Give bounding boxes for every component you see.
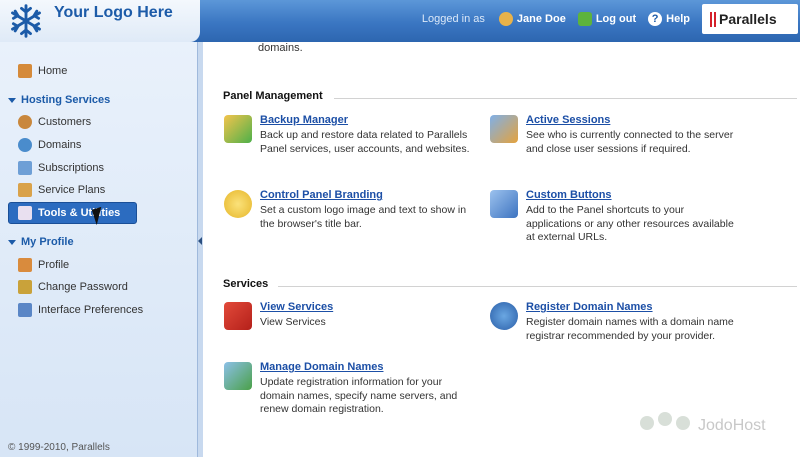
- collapse-sidebar-arrow-icon[interactable]: [198, 237, 202, 245]
- tool-link[interactable]: Register Domain Names: [526, 301, 653, 313]
- tool-link[interactable]: Control Panel Branding: [260, 189, 383, 201]
- sidebar: Home Hosting Services Customers Domains …: [0, 42, 200, 457]
- main-content: domains. Panel Management Backup Manager…: [204, 42, 800, 457]
- tool-link[interactable]: Backup Manager: [260, 114, 348, 126]
- gift-box-icon: [224, 302, 252, 330]
- sidebar-item-customers[interactable]: Customers: [18, 113, 91, 131]
- sidebar-item-subscriptions[interactable]: Subscriptions: [18, 159, 104, 177]
- section-hosting-services[interactable]: Hosting Services: [8, 94, 110, 106]
- section-title-services: Services: [223, 278, 269, 290]
- tool-link[interactable]: Active Sessions: [526, 114, 610, 126]
- sidebar-item-label: Service Plans: [38, 184, 106, 196]
- subscriptions-icon: [18, 161, 32, 175]
- domains-icon: [18, 138, 32, 152]
- sidebar-item-home[interactable]: Home: [18, 62, 67, 80]
- previous-text-fragment: domains.: [258, 42, 303, 54]
- sidebar-item-interface-preferences[interactable]: Interface Preferences: [18, 301, 143, 319]
- logout-label: Log out: [595, 13, 637, 25]
- logo-text: Your Logo Here: [54, 4, 173, 21]
- sidebar-item-label: Customers: [38, 116, 92, 128]
- tool-description: See who is currently connected to the se…: [526, 129, 734, 155]
- snowflake-logo-icon: [11, 4, 41, 38]
- collapse-arrow-icon: [8, 97, 16, 103]
- top-header: Your Logo Here Logged in as Jane Doe Log…: [0, 0, 800, 42]
- sidebar-item-label: Interface Preferences: [38, 304, 144, 316]
- manage-domains-icon: [224, 362, 252, 390]
- sidebar-item-label: Profile: [38, 259, 70, 271]
- logged-in-label: Logged in as: [421, 13, 485, 25]
- backup-manager-icon: [224, 115, 252, 143]
- tool-description: Add to the Panel shortcuts to your appli…: [526, 204, 734, 243]
- section-label: Hosting Services: [21, 94, 111, 106]
- star-icon: [224, 190, 252, 218]
- tools-icon: [18, 206, 32, 220]
- sidebar-item-change-password[interactable]: Change Password: [18, 278, 128, 296]
- logout-icon: [577, 12, 592, 26]
- help-label: Help: [666, 13, 690, 25]
- home-icon: [18, 64, 32, 78]
- section-divider: [334, 98, 797, 99]
- brand-name: Parallels: [719, 11, 777, 27]
- user-icon: [498, 12, 513, 26]
- tool-link[interactable]: Custom Buttons: [526, 189, 612, 201]
- tool-description: View Services: [260, 316, 326, 328]
- sidebar-item-domains[interactable]: Domains: [18, 136, 81, 154]
- logout-link[interactable]: Log out: [577, 12, 637, 26]
- sidebar-item-label: Change Password: [38, 281, 128, 293]
- section-label: My Profile: [21, 236, 74, 248]
- collapse-arrow-icon: [8, 239, 16, 245]
- profile-icon: [18, 258, 32, 272]
- tool-link[interactable]: Manage Domain Names: [260, 361, 383, 373]
- help-icon: ?: [648, 12, 663, 26]
- section-title-panel-management: Panel Management: [223, 90, 323, 102]
- user-name-label: Jane Doe: [516, 13, 566, 25]
- tool-description: Register domain names with a domain name…: [526, 316, 734, 342]
- watermark-text: JodoHost: [698, 417, 766, 434]
- register-domain-icon: [490, 302, 518, 330]
- sidebar-splitter[interactable]: [197, 42, 203, 457]
- custom-buttons-icon: [490, 190, 518, 218]
- service-plans-icon: [18, 183, 32, 197]
- help-link[interactable]: ? Help: [648, 12, 690, 26]
- sidebar-item-label: Home: [38, 65, 68, 77]
- customers-icon: [18, 115, 32, 129]
- parallels-bars-icon: [710, 11, 716, 27]
- logo-area[interactable]: Your Logo Here: [0, 0, 200, 42]
- sidebar-item-profile[interactable]: Profile: [18, 256, 69, 274]
- section-my-profile[interactable]: My Profile: [8, 236, 74, 248]
- people-icon: [638, 412, 694, 440]
- tool-description: Update registration information for your…: [260, 376, 458, 415]
- tool-description: Back up and restore data related to Para…: [260, 129, 470, 155]
- tool-link[interactable]: View Services: [260, 301, 333, 313]
- tool-description: Set a custom logo image and text to show…: [260, 204, 467, 230]
- key-icon: [18, 280, 32, 294]
- interface-preferences-icon: [18, 303, 32, 317]
- header-right: Logged in as Jane Doe Log out ? Help Par…: [422, 0, 800, 38]
- sidebar-item-label: Tools & Utilities: [38, 207, 121, 219]
- user-name[interactable]: Jane Doe: [498, 12, 566, 26]
- parallels-brand: Parallels: [702, 4, 798, 34]
- active-sessions-icon: [490, 115, 518, 143]
- sidebar-item-label: Domains: [38, 139, 82, 151]
- watermark: JodoHost: [638, 412, 766, 440]
- sidebar-item-label: Subscriptions: [38, 162, 105, 174]
- sidebar-item-service-plans[interactable]: Service Plans: [18, 181, 105, 199]
- copyright: © 1999-2010, Parallels: [8, 442, 110, 453]
- section-divider: [278, 286, 797, 287]
